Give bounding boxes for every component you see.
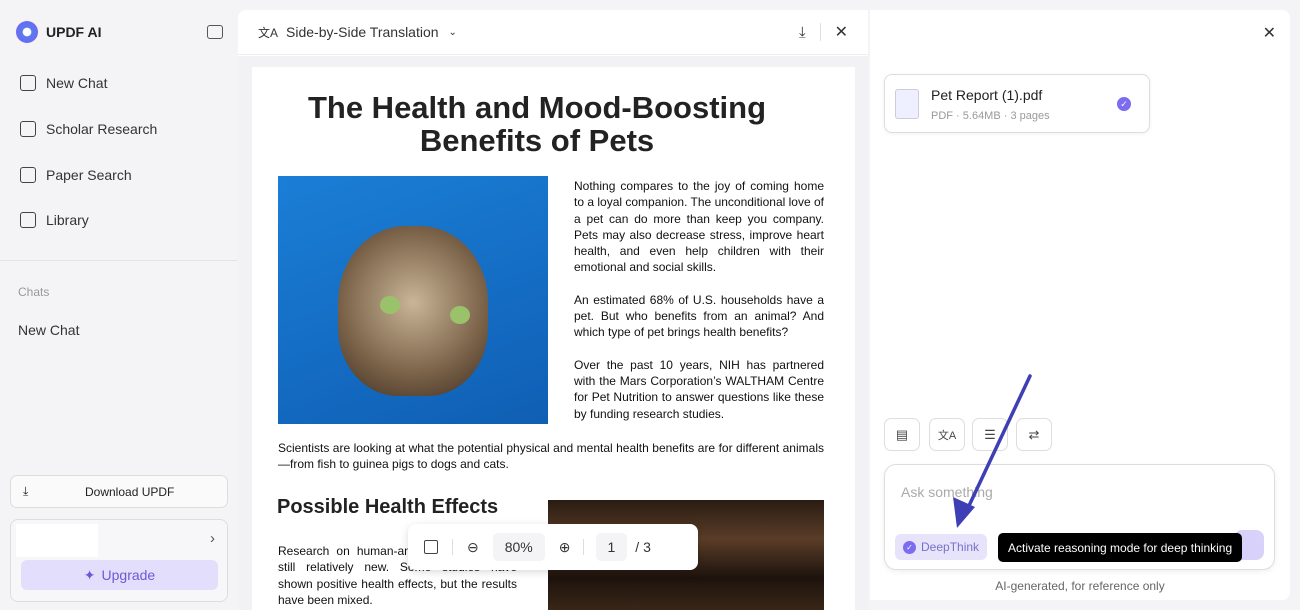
annotation-arrow bbox=[953, 374, 1032, 528]
